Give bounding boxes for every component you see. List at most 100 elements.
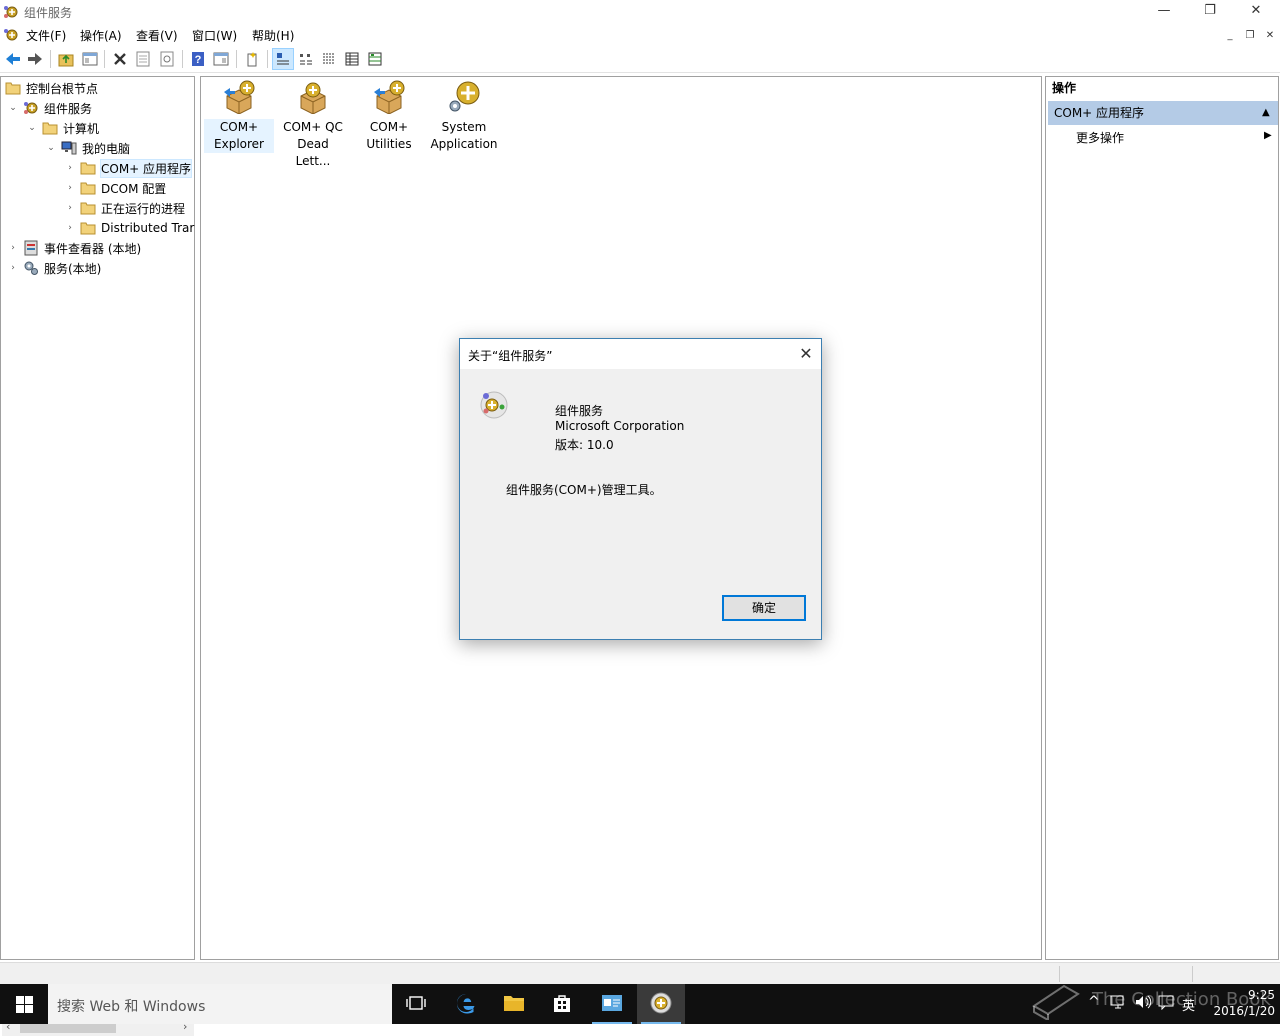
menu-bar: 文件(F) 操作(A) 查看(V) 窗口(W) 帮助(H) _ ❐ ✕: [0, 24, 1280, 46]
folder-icon: [80, 160, 96, 176]
back-icon[interactable]: [3, 49, 23, 69]
item-system-application[interactable]: System Application: [429, 80, 499, 153]
about-dialog: 关于“组件服务” ✕ 组件服务 Microsoft Corporation 版本…: [459, 338, 822, 640]
component-services-icon: [478, 389, 510, 421]
tree-node-dcom-config[interactable]: › DCOM 配置: [5, 178, 195, 198]
dialog-product-name: 组件服务: [555, 404, 604, 418]
status-divider: [1192, 966, 1193, 982]
child-minimize-button[interactable]: _: [1222, 28, 1238, 44]
tree-node-event-viewer[interactable]: › 事件查看器 (本地): [5, 238, 195, 258]
tree-node-label: DCOM 配置: [101, 181, 167, 196]
collapsed-chevron-icon[interactable]: ›: [64, 202, 76, 214]
collapsed-chevron-icon[interactable]: ›: [64, 162, 76, 174]
item-com-plus-utilities[interactable]: COM+ Utilities: [354, 80, 424, 153]
refresh-icon[interactable]: [157, 49, 177, 69]
actions-pane: 操作 COM+ 应用程序 ▲ 更多操作 ▶: [1045, 76, 1279, 960]
toolbar-separator: [104, 50, 105, 68]
restore-button[interactable]: ❐: [1187, 0, 1233, 24]
component-services-menu-icon[interactable]: [3, 27, 19, 43]
actions-section-header[interactable]: COM+ 应用程序 ▲: [1048, 101, 1278, 125]
tree-node-console-root[interactable]: 控制台根节点: [5, 78, 195, 98]
dialog-title: 关于“组件服务”: [468, 349, 553, 363]
minimize-button[interactable]: —: [1141, 0, 1187, 24]
component-services-app-icon: [3, 4, 19, 20]
collapsed-chevron-icon[interactable]: ›: [7, 242, 19, 254]
tree-node-my-computer[interactable]: ⌄ 我的电脑: [5, 138, 195, 158]
toolbar-separator: [267, 50, 268, 68]
search-placeholder: 搜索 Web 和 Windows: [57, 999, 206, 1015]
item-com-plus-qc-dead-letter[interactable]: COM+ QC Dead Lett...: [278, 80, 348, 170]
detail-view-icon[interactable]: [342, 49, 362, 69]
toolbar: ?: [0, 46, 1280, 73]
tree-node-running-processes[interactable]: › 正在运行的进程: [5, 198, 195, 218]
book-watermark-icon: [1030, 980, 1082, 1023]
folder-icon: [42, 120, 58, 136]
delete-icon[interactable]: [110, 49, 130, 69]
taskbar: 搜索 Web 和 Windows ^ 英 9:25 2016/1/20: [0, 984, 1280, 1024]
store-taskbar-button[interactable]: [538, 984, 586, 1024]
more-actions-item[interactable]: 更多操作: [1076, 129, 1124, 146]
services-gear-icon: [23, 260, 39, 276]
window-title: 组件服务: [24, 6, 73, 20]
tree-node-label: 正在运行的进程: [101, 201, 186, 216]
item-label: System Application: [430, 120, 498, 151]
menu-file[interactable]: 文件(F): [26, 27, 66, 44]
computer-icon: [61, 140, 77, 156]
collapse-triangle-icon[interactable]: ▲: [1262, 101, 1270, 125]
tree-node-services[interactable]: › 服务(本地): [5, 258, 195, 278]
child-restore-button[interactable]: ❐: [1242, 28, 1258, 44]
start-button[interactable]: [0, 984, 48, 1024]
expanded-chevron-icon[interactable]: ⌄: [45, 142, 57, 154]
list-view-icon[interactable]: [319, 49, 339, 69]
ok-button[interactable]: 确定: [722, 595, 806, 621]
up-one-level-icon[interactable]: [56, 49, 76, 69]
show-hide-console-tree-icon[interactable]: [80, 49, 100, 69]
item-com-plus-explorer[interactable]: COM+ Explorer: [204, 80, 274, 153]
task-view-button[interactable]: [392, 984, 440, 1024]
item-label: COM+ Utilities: [366, 120, 412, 151]
collapsed-chevron-icon[interactable]: ›: [64, 222, 76, 234]
collapsed-chevron-icon[interactable]: ›: [7, 262, 19, 274]
tree-node-com-plus-applications[interactable]: › COM+ 应用程序: [5, 158, 195, 178]
folder-icon: [80, 220, 96, 236]
menu-window[interactable]: 窗口(W): [192, 27, 237, 44]
submenu-arrow-icon[interactable]: ▶: [1264, 130, 1272, 141]
windows-logo-icon: [16, 996, 33, 1016]
close-button[interactable]: ✕: [1233, 0, 1279, 24]
collapsed-chevron-icon[interactable]: ›: [64, 182, 76, 194]
tree-node-label: 我的电脑: [82, 141, 131, 156]
tree-node-label: Distributed Trar: [101, 221, 195, 235]
edge-taskbar-button[interactable]: [442, 984, 490, 1024]
tree-node-computers[interactable]: ⌄ 计算机: [5, 118, 195, 138]
tree-node-label: 控制台根节点: [26, 81, 99, 96]
tree-node-label: 服务(本地): [44, 261, 102, 276]
menu-action[interactable]: 操作(A): [80, 27, 122, 44]
status-bar: [0, 962, 1280, 985]
new-window-icon[interactable]: [242, 49, 262, 69]
menu-view[interactable]: 查看(V): [136, 27, 178, 44]
svg-text:?: ?: [195, 54, 202, 66]
tree-node-component-services[interactable]: ⌄ 组件服务: [5, 98, 195, 118]
taskbar-search-box[interactable]: 搜索 Web 和 Windows: [48, 984, 392, 1024]
forward-icon[interactable]: [25, 49, 45, 69]
expanded-chevron-icon[interactable]: ⌄: [7, 102, 19, 114]
title-bar: 组件服务 — ❐ ✕: [0, 0, 1280, 24]
small-icons-view-icon[interactable]: [296, 49, 316, 69]
dialog-close-icon[interactable]: ✕: [791, 339, 821, 369]
com-plus-package-icon: [295, 80, 331, 117]
task-view-icon: [406, 995, 426, 1014]
event-viewer-icon: [23, 240, 39, 256]
expanded-chevron-icon[interactable]: ⌄: [26, 122, 38, 134]
menu-help[interactable]: 帮助(H): [252, 27, 294, 44]
tree-node-label: 事件查看器 (本地): [44, 241, 142, 256]
show-hide-action-pane-icon[interactable]: [211, 49, 231, 69]
file-explorer-taskbar-button[interactable]: [490, 984, 538, 1024]
tree-node-distributed-transaction[interactable]: › Distributed Trar: [5, 218, 195, 238]
status-view-icon[interactable]: [365, 49, 385, 69]
help-icon[interactable]: ?: [188, 49, 208, 69]
component-services-taskbar-button[interactable]: [637, 984, 685, 1024]
properties-icon[interactable]: [133, 49, 153, 69]
control-panel-taskbar-button[interactable]: [588, 984, 636, 1024]
child-close-button[interactable]: ✕: [1262, 28, 1278, 44]
large-icons-view-icon[interactable]: [272, 48, 294, 70]
